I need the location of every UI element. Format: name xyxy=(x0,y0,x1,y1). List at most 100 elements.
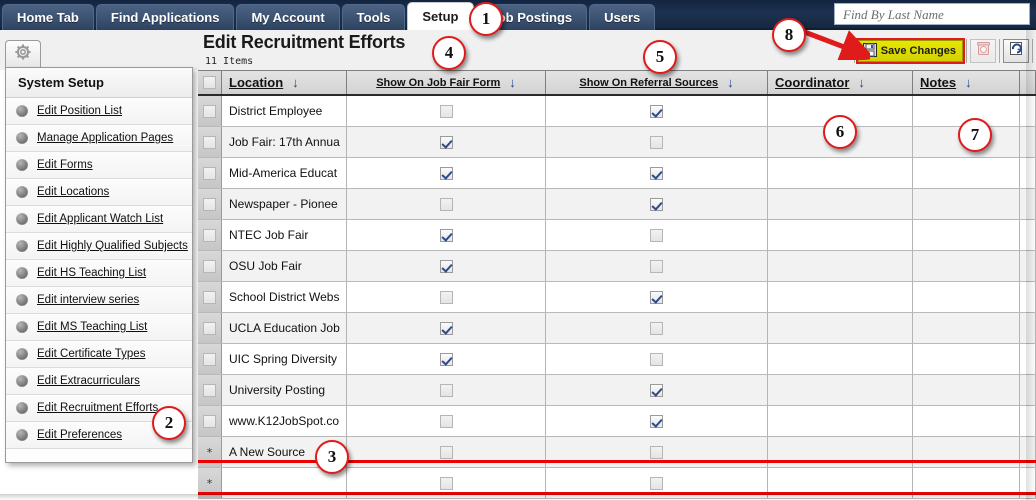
sidebar-item-edit-hs-teaching-list[interactable]: Edit HS Teaching List xyxy=(6,260,192,287)
checkbox-unchecked[interactable] xyxy=(440,415,453,428)
checkbox-checked[interactable] xyxy=(650,105,663,118)
cell-show-on-referral-sources[interactable] xyxy=(546,406,768,436)
column-header-location[interactable]: Location ↓ xyxy=(222,71,347,94)
delete-button[interactable] xyxy=(970,39,996,63)
cell-notes[interactable] xyxy=(913,375,1020,405)
row-select-checkbox[interactable] xyxy=(203,291,216,304)
sidebar-item-edit-locations[interactable]: Edit Locations xyxy=(6,179,192,206)
cell-show-on-job-fair-form[interactable] xyxy=(347,158,546,188)
checkbox-checked[interactable] xyxy=(440,136,453,149)
table-row[interactable]: District Employee xyxy=(198,96,1036,127)
row-select-checkbox[interactable] xyxy=(203,136,216,149)
cell-location[interactable]: UIC Spring Diversity xyxy=(222,344,347,374)
sort-descending-icon[interactable]: ↓ xyxy=(727,76,734,89)
row-select-checkbox[interactable] xyxy=(203,353,216,366)
cell-notes[interactable] xyxy=(913,189,1020,219)
table-row[interactable]: Mid-America Educat xyxy=(198,158,1036,189)
nav-tab-tools[interactable]: Tools xyxy=(342,4,406,30)
cell-coordinator[interactable] xyxy=(768,313,913,343)
checkbox-unchecked[interactable] xyxy=(440,105,453,118)
cell-location[interactable]: University Posting xyxy=(222,375,347,405)
cell-show-on-job-fair-form[interactable] xyxy=(347,220,546,250)
cell-show-on-job-fair-form[interactable] xyxy=(347,406,546,436)
table-row[interactable]: www.K12JobSpot.co xyxy=(198,406,1036,437)
table-row[interactable]: Job Fair: 17th Annua xyxy=(198,127,1036,158)
cell-location[interactable]: Mid-America Educat xyxy=(222,158,347,188)
cell-location[interactable]: School District Webs xyxy=(222,282,347,312)
cell-notes[interactable] xyxy=(913,406,1020,436)
cell-coordinator[interactable] xyxy=(768,344,913,374)
row-selector-cell[interactable] xyxy=(198,189,222,219)
cell-notes[interactable] xyxy=(913,220,1020,250)
checkbox-unchecked[interactable] xyxy=(650,260,663,273)
cell-show-on-referral-sources[interactable] xyxy=(546,313,768,343)
row-select-checkbox[interactable] xyxy=(203,229,216,242)
checkbox-unchecked[interactable] xyxy=(650,322,663,335)
cell-coordinator[interactable] xyxy=(768,251,913,281)
nav-tab-find-applications[interactable]: Find Applications xyxy=(96,4,235,30)
row-select-checkbox[interactable] xyxy=(203,415,216,428)
cell-show-on-referral-sources[interactable] xyxy=(546,96,768,126)
cell-notes[interactable] xyxy=(913,344,1020,374)
row-selector-cell[interactable] xyxy=(198,375,222,405)
cell-show-on-referral-sources[interactable] xyxy=(546,189,768,219)
cell-location[interactable]: www.K12JobSpot.co xyxy=(222,406,347,436)
checkbox-unchecked[interactable] xyxy=(440,477,453,490)
cell-location[interactable]: OSU Job Fair xyxy=(222,251,347,281)
checkbox-unchecked[interactable] xyxy=(650,477,663,490)
sort-descending-icon[interactable]: ↓ xyxy=(509,76,516,89)
cell-show-on-referral-sources[interactable] xyxy=(546,251,768,281)
column-header-coordinator[interactable]: Coordinator ↓ xyxy=(768,71,913,94)
table-row[interactable]: UCLA Education Job xyxy=(198,313,1036,344)
checkbox-checked[interactable] xyxy=(440,260,453,273)
row-selector-cell[interactable] xyxy=(198,220,222,250)
checkbox-unchecked[interactable] xyxy=(440,291,453,304)
sidebar-item-edit-position-list[interactable]: Edit Position List xyxy=(6,98,192,125)
cell-location[interactable]: NTEC Job Fair xyxy=(222,220,347,250)
row-selector-cell[interactable] xyxy=(198,406,222,436)
cell-location[interactable]: UCLA Education Job xyxy=(222,313,347,343)
cell-coordinator[interactable] xyxy=(768,189,913,219)
cell-location[interactable]: District Employee xyxy=(222,96,347,126)
row-select-checkbox[interactable] xyxy=(203,198,216,211)
checkbox-checked[interactable] xyxy=(650,384,663,397)
sidebar-item-edit-certificate-types[interactable]: Edit Certificate Types xyxy=(6,341,192,368)
cell-show-on-job-fair-form[interactable] xyxy=(347,251,546,281)
checkbox-checked[interactable] xyxy=(440,229,453,242)
table-row[interactable]: UIC Spring Diversity xyxy=(198,344,1036,375)
cell-show-on-job-fair-form[interactable] xyxy=(347,127,546,157)
table-row[interactable]: University Posting xyxy=(198,375,1036,406)
checkbox-checked[interactable] xyxy=(440,353,453,366)
sidebar-item-edit-applicant-watch-list[interactable]: Edit Applicant Watch List xyxy=(6,206,192,233)
cell-coordinator[interactable] xyxy=(768,158,913,188)
checkbox-checked[interactable] xyxy=(440,322,453,335)
sidebar-item-manage-application-pages[interactable]: Manage Application Pages xyxy=(6,125,192,152)
checkbox-checked[interactable] xyxy=(650,415,663,428)
cell-show-on-job-fair-form[interactable] xyxy=(347,282,546,312)
checkbox-checked[interactable] xyxy=(650,167,663,180)
sidebar-tab-strip[interactable] xyxy=(5,40,41,68)
cell-show-on-referral-sources[interactable] xyxy=(546,282,768,312)
sidebar-item-edit-ms-teaching-list[interactable]: Edit MS Teaching List xyxy=(6,314,192,341)
nav-tab-users[interactable]: Users xyxy=(589,4,655,30)
column-header-show-on-referral-sources[interactable]: Show On Referral Sources ↓ xyxy=(546,71,768,94)
sort-descending-icon[interactable]: ↓ xyxy=(858,76,865,89)
cell-coordinator[interactable] xyxy=(768,220,913,250)
search-input[interactable]: Find By Last Name xyxy=(834,3,1030,25)
row-select-checkbox[interactable] xyxy=(203,322,216,335)
row-select-checkbox[interactable] xyxy=(203,105,216,118)
column-header-notes[interactable]: Notes ↓ xyxy=(913,71,1020,94)
row-selector-cell[interactable] xyxy=(198,282,222,312)
cell-show-on-job-fair-form[interactable] xyxy=(347,344,546,374)
nav-tab-my-account[interactable]: My Account xyxy=(236,4,339,30)
column-header-show-on-job-fair-form[interactable]: Show On Job Fair Form ↓ xyxy=(347,71,546,94)
refresh-button[interactable] xyxy=(1003,39,1029,63)
checkbox-checked[interactable] xyxy=(650,198,663,211)
sidebar-item-edit-extracurriculars[interactable]: Edit Extracurriculars xyxy=(6,368,192,395)
table-row[interactable]: Newspaper - Pionee xyxy=(198,189,1036,220)
row-selector-cell[interactable] xyxy=(198,313,222,343)
nav-tab-home-tab[interactable]: Home Tab xyxy=(2,4,94,30)
row-selector-cell[interactable] xyxy=(198,344,222,374)
sort-descending-icon[interactable]: ↓ xyxy=(965,76,972,89)
checkbox-checked[interactable] xyxy=(440,167,453,180)
